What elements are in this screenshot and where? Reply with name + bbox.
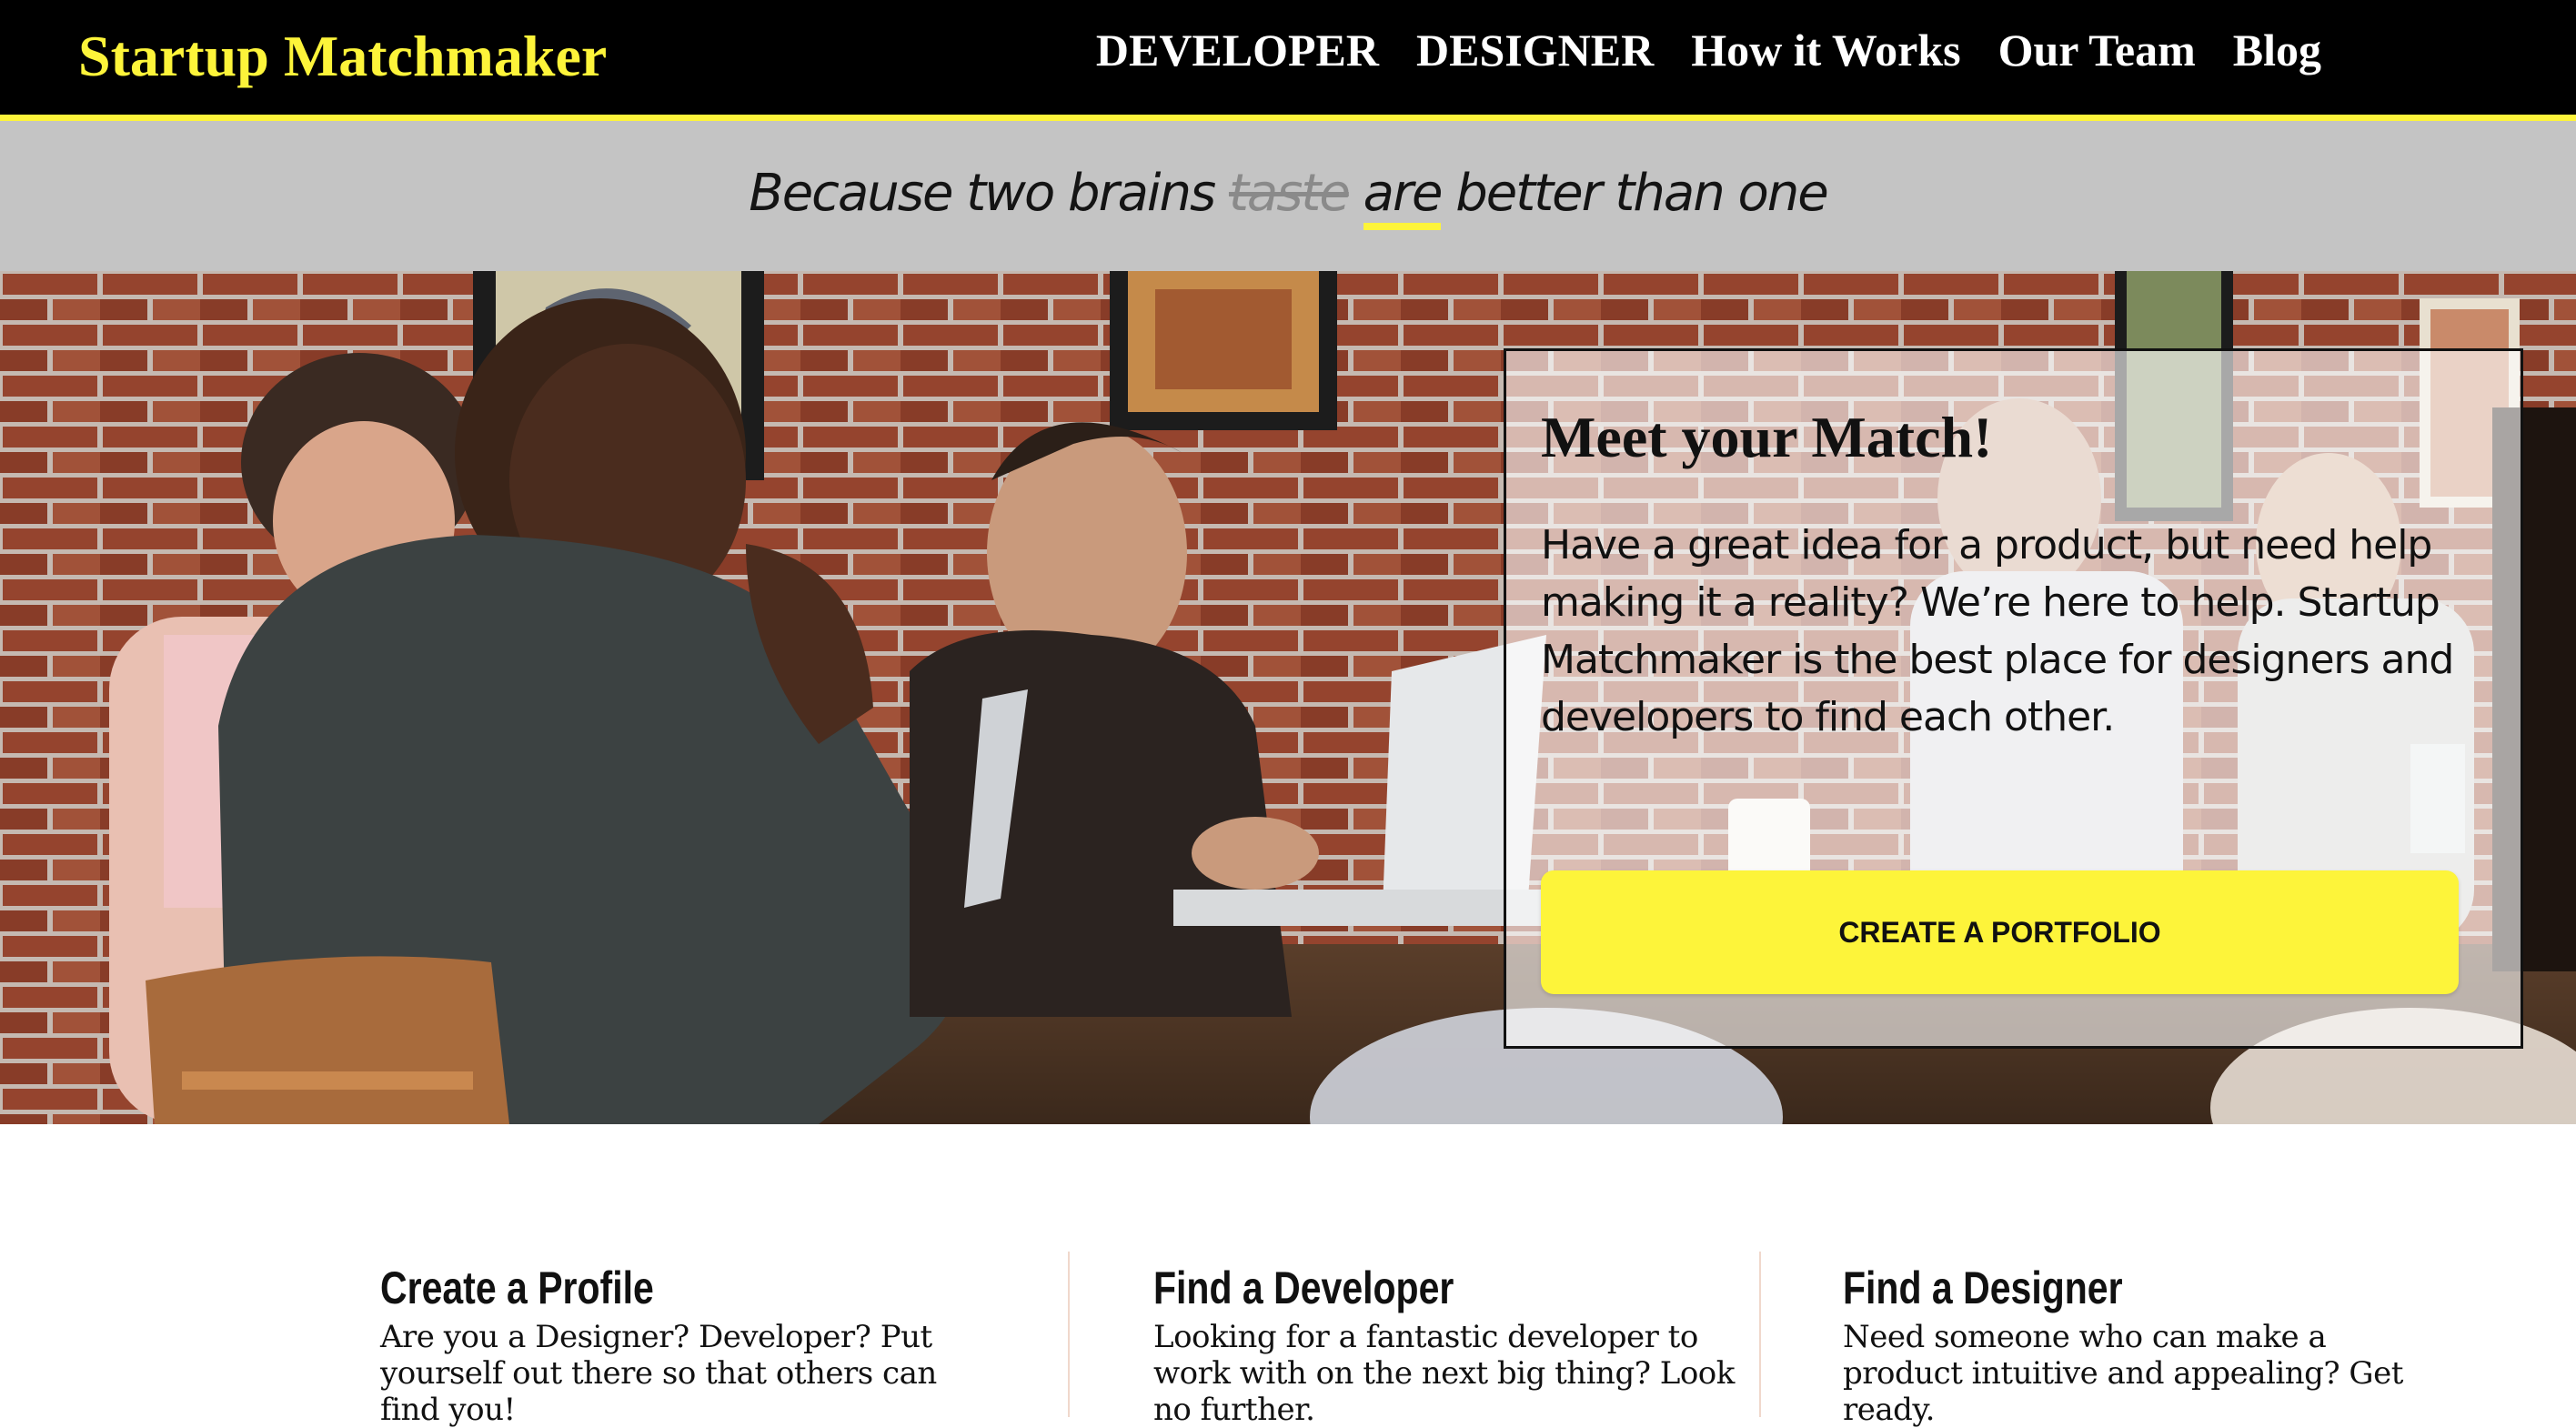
nav-link-designer[interactable]: DESIGNER — [1416, 18, 1654, 82]
feature-description: Looking for a fantastic developer to wor… — [1153, 1319, 1735, 1428]
nav-links: DEVELOPER DESIGNER How it Works Our Team… — [1096, 18, 2321, 82]
meet-your-match-card: Meet your Match! Have a great idea for a… — [1504, 348, 2523, 1049]
tagline-banner: Because two brains taste are better than… — [0, 121, 2576, 271]
tagline-highlight-word: are — [1363, 164, 1443, 230]
hero-section: Meet your Match! Have a great idea for a… — [0, 271, 2576, 1124]
feature-title: Find a Developer — [1153, 1262, 1454, 1313]
match-card-title: Meet your Match! — [1541, 405, 1993, 469]
create-portfolio-button[interactable]: CREATE A PORTFOLIO — [1541, 870, 2459, 994]
tagline-prefix: Because two brains — [749, 164, 1216, 223]
brand-logo-link[interactable]: Startup Matchmaker — [78, 20, 607, 93]
feature-find-designer: Find a Designer Need someone who can mak… — [1843, 1261, 2443, 1428]
feature-description: Are you a Designer? Developer? Put yours… — [380, 1319, 937, 1428]
feature-divider — [1068, 1252, 1070, 1417]
nav-link-our-team[interactable]: Our Team — [1998, 18, 2196, 82]
match-card-description: Have a great idea for a product, but nee… — [1541, 522, 2454, 740]
feature-divider — [1759, 1252, 1761, 1417]
feature-find-developer: Find a Developer Looking for a fantastic… — [1153, 1261, 1754, 1428]
nav-link-blog[interactable]: Blog — [2233, 18, 2321, 82]
features-section: Create a Profile Are you a Designer? Dev… — [0, 1124, 2576, 1428]
nav-link-how-it-works[interactable]: How it Works — [1691, 18, 1960, 82]
tagline-text: Because two brains taste are better than… — [0, 148, 2576, 239]
tagline-suffix: better than one — [1455, 164, 1828, 223]
nav-link-developer[interactable]: DEVELOPER — [1096, 18, 1379, 82]
tagline-struck-word: taste — [1228, 164, 1351, 223]
feature-description: Need someone who can make a product intu… — [1843, 1319, 2403, 1428]
feature-title: Create a Profile — [380, 1262, 654, 1313]
top-navbar: Startup Matchmaker DEVELOPER DESIGNER Ho… — [0, 0, 2576, 121]
feature-create-profile: Create a Profile Are you a Designer? Dev… — [380, 1261, 981, 1428]
feature-title: Find a Designer — [1843, 1262, 2123, 1313]
